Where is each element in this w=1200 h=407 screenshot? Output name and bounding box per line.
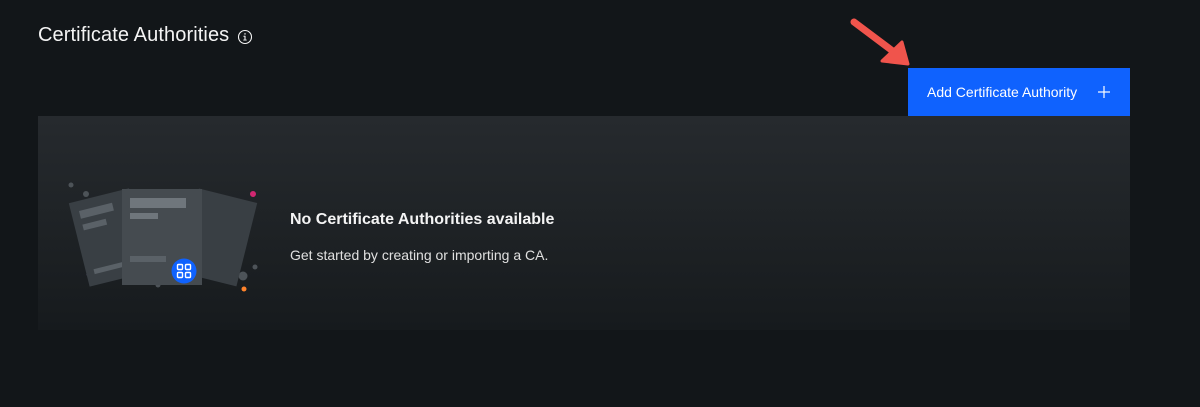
page-title: Certificate Authorities — [38, 24, 230, 46]
add-certificate-authority-button[interactable]: Add Certificate Authority — [908, 68, 1130, 116]
grid-icon — [171, 258, 197, 284]
arrow-annotation — [850, 18, 910, 66]
page-header: Certificate Authorities — [38, 24, 253, 47]
empty-state-description: Get started by creating or importing a C… — [290, 247, 549, 263]
add-button-label: Add Certificate Authority — [927, 84, 1078, 100]
empty-state-title: No Certificate Authorities available — [290, 211, 555, 228]
empty-state-panel: No Certificate Authorities available Get… — [38, 116, 1130, 330]
info-icon[interactable] — [237, 29, 253, 45]
plus-icon — [1098, 86, 1110, 98]
certificate-documents-illustration — [68, 182, 258, 292]
